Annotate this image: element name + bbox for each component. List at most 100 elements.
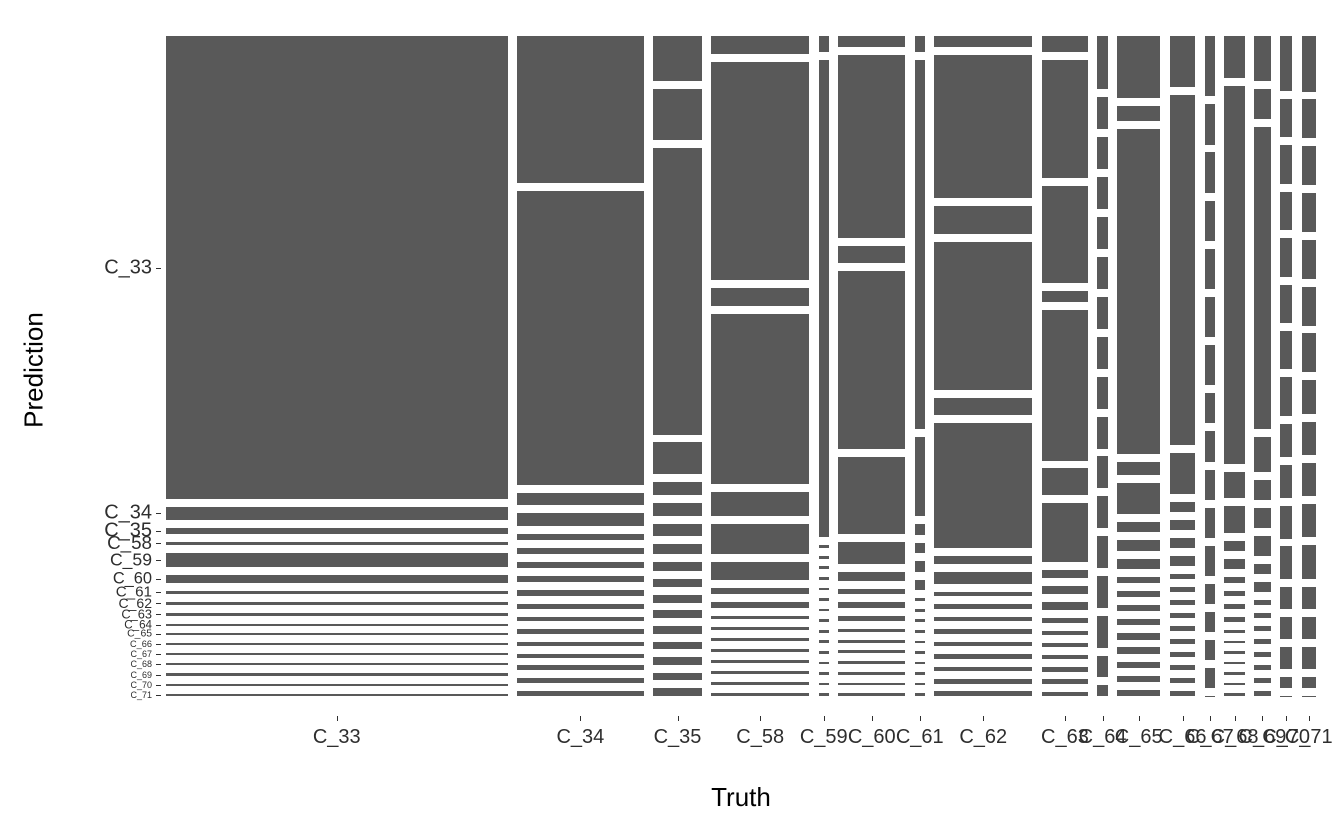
plot-area <box>166 36 1316 696</box>
column-C_70 <box>1280 36 1292 696</box>
y-label-C_68: C_68 <box>130 659 152 669</box>
x-label-C_62: C_62 <box>959 726 1007 749</box>
cell-C_61-C_71 <box>915 693 925 696</box>
cell-C_62-C_34 <box>934 55 1032 197</box>
x-label-C_35: C_35 <box>654 726 702 749</box>
cell-C_66-C_58 <box>1170 502 1196 512</box>
cell-C_35-C_63 <box>653 562 702 572</box>
x-tick <box>1309 716 1310 721</box>
cell-C_33-C_59 <box>166 553 508 567</box>
cell-C_64-C_70 <box>1097 656 1107 677</box>
cell-C_69-C_59 <box>1254 480 1271 500</box>
cell-C_64-C_67 <box>1097 536 1107 568</box>
cell-C_68-C_33 <box>1224 36 1245 78</box>
cell-C_65-C_63 <box>1117 577 1160 583</box>
cell-C_65-C_60 <box>1117 522 1160 532</box>
cell-C_35-C_66 <box>653 610 702 618</box>
cell-C_62-C_63 <box>934 592 1032 597</box>
cell-C_71-C_70 <box>1302 677 1316 688</box>
cell-C_65-C_33 <box>1117 36 1160 98</box>
cell-C_71-C_33 <box>1302 36 1316 92</box>
cell-C_68-C_71 <box>1224 693 1245 696</box>
cell-C_66-C_66 <box>1170 626 1196 631</box>
cell-C_59-C_66 <box>819 640 829 643</box>
cell-C_58-C_60 <box>711 524 809 554</box>
cell-C_33-C_69 <box>166 673 508 677</box>
cell-C_63-C_65 <box>1042 618 1089 622</box>
cell-C_34-C_64 <box>517 604 644 609</box>
cell-C_60-C_65 <box>838 629 905 632</box>
cell-C_35-C_58 <box>653 442 702 474</box>
cell-C_65-C_65 <box>1117 605 1160 611</box>
cell-C_63-C_70 <box>1042 679 1089 683</box>
cell-C_62-C_33 <box>934 36 1032 47</box>
cell-C_65-C_59 <box>1117 483 1160 514</box>
cell-C_70-C_58 <box>1280 192 1292 230</box>
cell-C_63-C_64 <box>1042 602 1089 610</box>
cell-C_69-C_64 <box>1254 600 1271 605</box>
cell-C_67-C_35 <box>1205 152 1215 192</box>
cell-C_66-C_63 <box>1170 587 1196 592</box>
cell-C_33-C_66 <box>166 643 508 645</box>
cell-C_62-C_68 <box>934 654 1032 659</box>
cell-C_70-C_66 <box>1280 546 1292 579</box>
y-tick <box>156 614 161 615</box>
cell-C_60-C_35 <box>838 246 905 263</box>
cell-C_59-C_69 <box>819 672 829 675</box>
cell-C_61-C_70 <box>915 683 925 686</box>
cell-C_66-C_67 <box>1170 639 1196 644</box>
cell-C_66-C_35 <box>1170 453 1196 494</box>
cell-C_63-C_62 <box>1042 570 1089 578</box>
cell-C_33-C_67 <box>166 653 508 655</box>
cell-C_34-C_33 <box>517 36 644 183</box>
cell-C_60-C_67 <box>838 650 905 653</box>
cell-C_71-C_71 <box>1302 696 1316 697</box>
cell-C_71-C_61 <box>1302 333 1316 372</box>
cell-C_62-C_61 <box>934 556 1032 565</box>
cell-C_34-C_58 <box>517 513 644 525</box>
cell-C_61-C_69 <box>915 672 925 675</box>
cell-C_70-C_59 <box>1280 238 1292 276</box>
x-tick <box>760 716 761 721</box>
y-tick <box>156 654 161 655</box>
cell-C_35-C_59 <box>653 482 702 495</box>
cell-C_34-C_68 <box>517 654 644 658</box>
cell-C_69-C_58 <box>1254 437 1271 472</box>
cell-C_64-C_34 <box>1097 97 1107 129</box>
cell-C_65-C_69 <box>1117 662 1160 668</box>
cell-C_58-C_70 <box>711 682 809 685</box>
cell-C_66-C_59 <box>1170 520 1196 530</box>
cell-C_65-C_66 <box>1117 619 1160 625</box>
cell-C_71-C_65 <box>1302 504 1316 537</box>
cell-C_67-C_71 <box>1205 696 1215 697</box>
cell-C_62-C_35 <box>934 206 1032 234</box>
cell-C_60-C_33 <box>838 36 905 47</box>
cell-C_35-C_67 <box>653 626 702 634</box>
cell-C_63-C_60 <box>1042 468 1089 495</box>
cell-C_64-C_35 <box>1097 137 1107 169</box>
cell-C_68-C_64 <box>1224 617 1245 622</box>
cell-C_58-C_35 <box>711 288 809 306</box>
cell-C_71-C_60 <box>1302 287 1316 326</box>
cell-C_58-C_63 <box>711 602 809 608</box>
cell-C_69-C_70 <box>1254 678 1271 683</box>
cell-C_64-C_62 <box>1097 337 1107 369</box>
y-tick <box>156 664 161 665</box>
cell-C_58-C_64 <box>711 616 809 619</box>
cell-C_34-C_65 <box>517 617 644 622</box>
cell-C_59-C_58 <box>819 556 829 559</box>
cell-C_63-C_67 <box>1042 643 1089 647</box>
cell-C_33-C_71 <box>166 694 508 696</box>
cell-C_61-C_58 <box>915 524 925 535</box>
cell-C_69-C_33 <box>1254 36 1271 81</box>
x-tick <box>920 716 921 721</box>
cell-C_65-C_68 <box>1117 647 1160 653</box>
cell-C_60-C_64 <box>838 616 905 622</box>
cell-C_35-C_70 <box>653 673 702 681</box>
cell-C_70-C_63 <box>1280 424 1292 457</box>
cell-C_70-C_69 <box>1280 647 1292 669</box>
cell-C_63-C_63 <box>1042 586 1089 594</box>
x-label-C_60: C_60 <box>848 726 896 749</box>
cell-C_61-C_64 <box>915 619 925 622</box>
cell-C_66-C_62 <box>1170 574 1196 579</box>
